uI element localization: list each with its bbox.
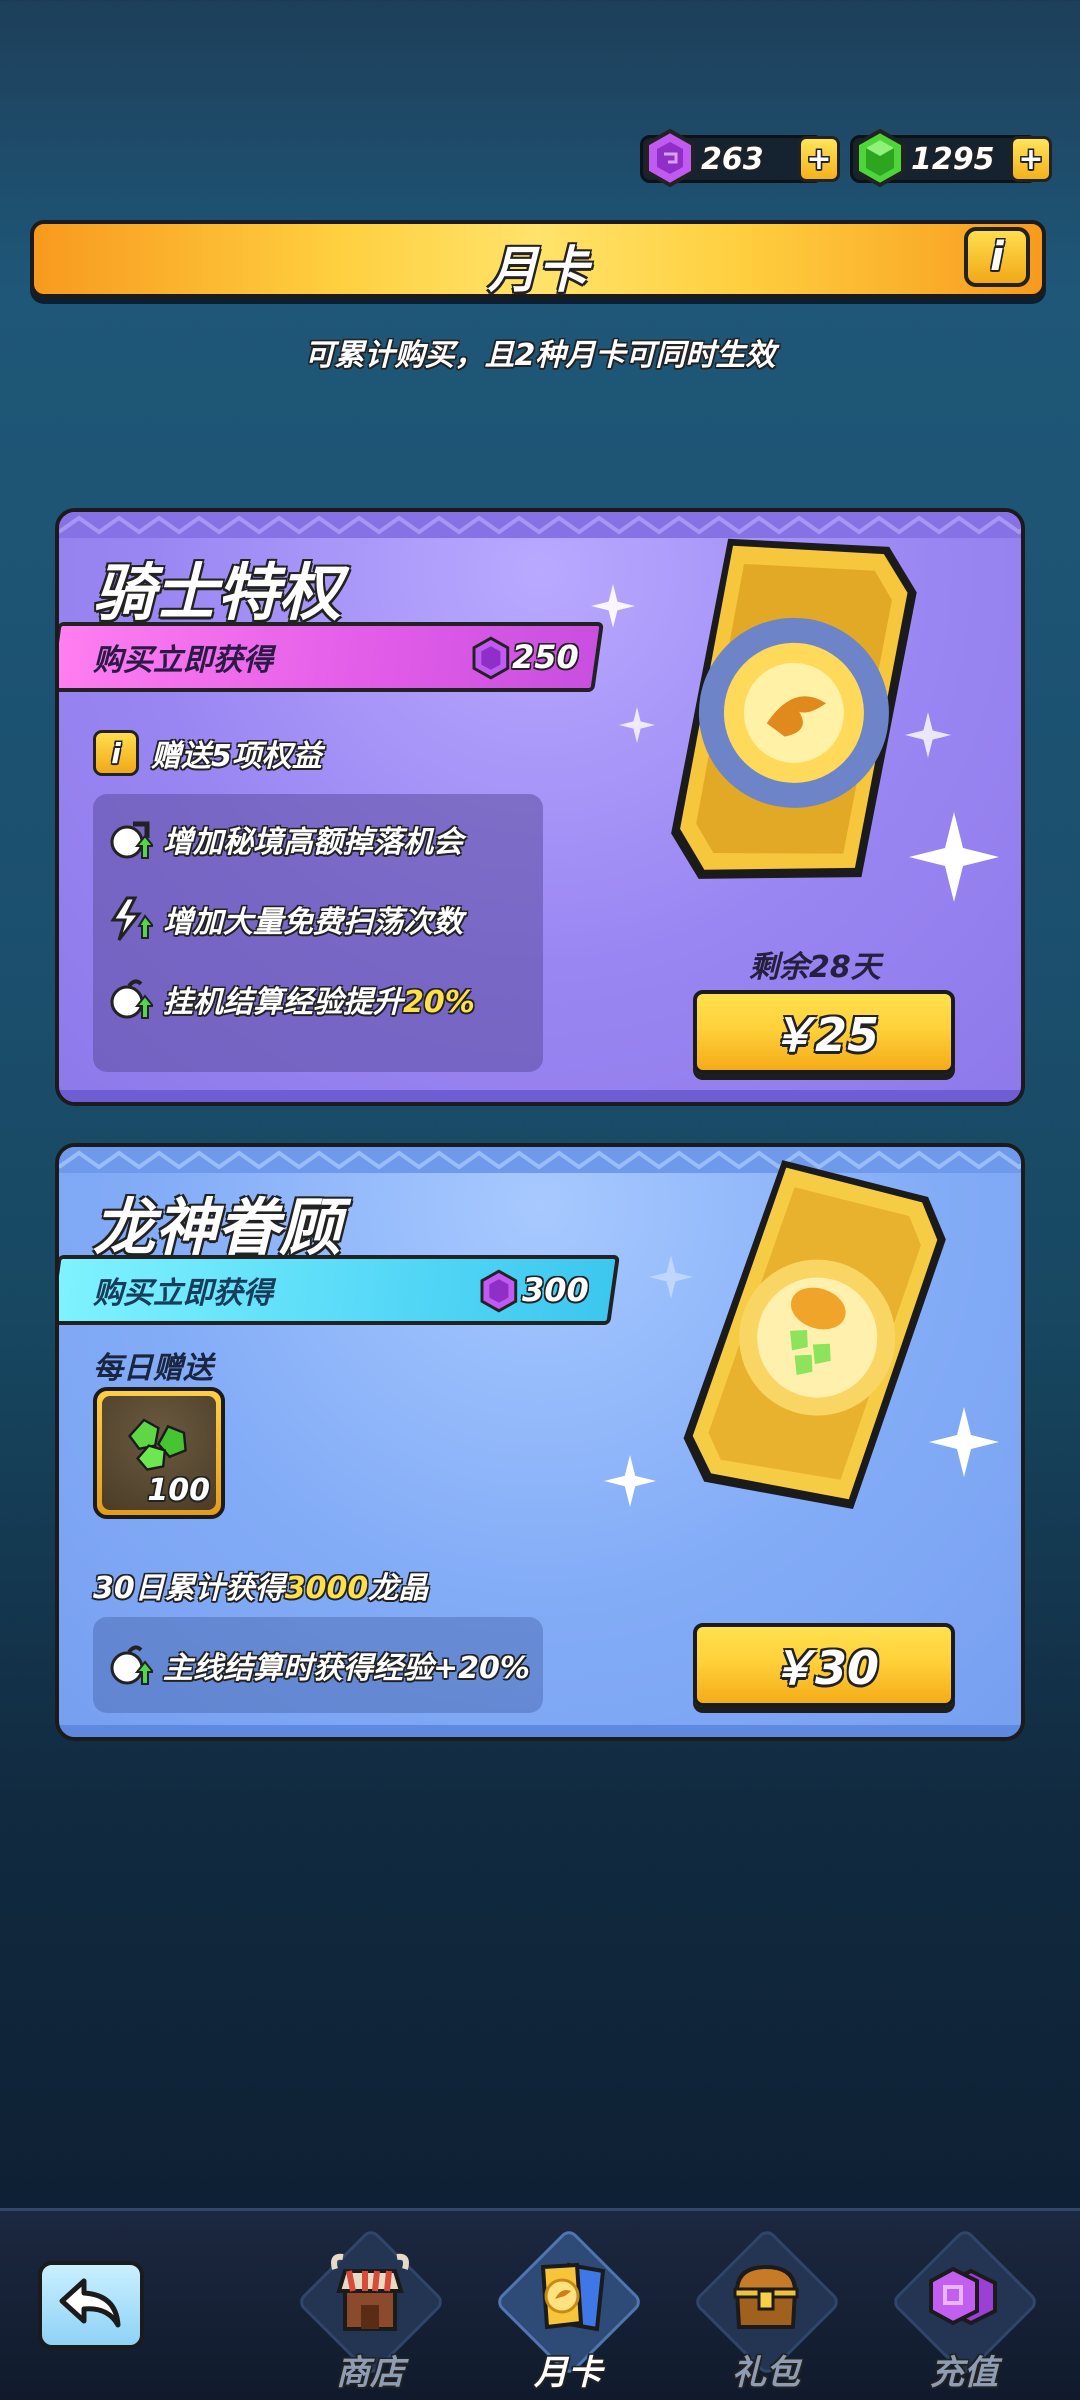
dragon-card-illustration <box>683 1160 946 1510</box>
experience-up-icon <box>110 1645 153 1685</box>
green-gem-icon <box>855 128 905 188</box>
experience-benefit: 主线结算时获得经验+20% <box>93 1617 543 1713</box>
page-title: 月卡 <box>488 241 588 299</box>
card-bottom-edge <box>59 1725 1021 1737</box>
benefit-text: 挂机结算经验提升20% <box>163 985 475 1020</box>
tab-shop-label: 商店 <box>336 2353 404 2393</box>
benefit-header-text: 赠送5项权益 <box>151 739 322 774</box>
sparkle-icon <box>909 812 999 902</box>
benefit-text: 增加大量免费扫荡次数 <box>163 905 463 940</box>
sparkle-icon <box>649 1255 693 1299</box>
knight-privilege-card: 骑士特权 购买立即获得 250 i 赠送5项权益 增加秘境高额掉落机会 增加大量… <box>55 508 1025 1106</box>
tab-shop[interactable]: 商店 <box>290 2227 450 2400</box>
back-button[interactable] <box>38 2261 144 2349</box>
buy-dragon-button[interactable]: ￥30 <box>693 1623 955 1707</box>
benefit-header: i 赠送5项权益 <box>93 730 322 776</box>
benefit-text: 增加秘境高额掉落机会 <box>163 825 463 860</box>
tab-month-card[interactable]: 月卡 <box>488 2227 648 2400</box>
purple-gem-counter: 263 + <box>640 128 840 188</box>
green-gem-counter: 1295 + <box>850 128 1052 188</box>
tab-gift-pack-label: 礼包 <box>732 2353 800 2393</box>
benefit-item: 增加秘境高额掉落机会 <box>107 816 463 862</box>
instant-reward-ribbon: 购买立即获得 250 <box>59 622 604 692</box>
sparkle-icon <box>619 707 655 743</box>
add-green-gem-button[interactable]: + <box>1010 136 1052 182</box>
sparkle-icon <box>604 1455 656 1507</box>
instant-reward-label: 购买立即获得 <box>93 1276 273 1311</box>
dragon-favor-card: 龙神眷顾 购买立即获得 300 每日赠送 100 30日累计获得3000龙晶 主… <box>55 1143 1025 1741</box>
experience-benefit-text: 主线结算时获得经验+20% <box>163 1651 530 1686</box>
bottom-nav: 商店 月卡 礼包 充值 <box>0 2208 1080 2400</box>
tab-recharge-label: 充值 <box>930 2353 998 2393</box>
benefit-info-button[interactable]: i <box>93 730 139 776</box>
experience-up-icon <box>110 979 153 1019</box>
daily-gift-label: 每日赠送 <box>93 1351 213 1386</box>
remaining-days: 剩余28天 <box>749 950 881 985</box>
add-purple-gem-button[interactable]: + <box>798 136 840 182</box>
tab-month-card-label: 月卡 <box>534 2353 602 2393</box>
knight-card-illustration <box>671 538 917 879</box>
card-title: 骑士特权 <box>93 556 342 629</box>
instant-reward-label: 购买立即获得 <box>93 643 273 678</box>
lightning-icon <box>110 896 153 941</box>
treasure-drop-icon <box>110 821 153 859</box>
info-button[interactable]: i <box>964 227 1030 287</box>
chest-icon <box>733 2264 799 2329</box>
purple-gem-icon <box>645 128 695 188</box>
tab-gift-pack[interactable]: 礼包 <box>686 2227 846 2400</box>
purple-gem-icon <box>480 1269 518 1313</box>
recharge-gem-icon <box>929 2266 997 2326</box>
card-bottom-edge <box>59 1090 1021 1102</box>
green-crystal-icon <box>128 1418 187 1471</box>
accumulated-amount: 3000 <box>284 1571 369 1606</box>
benefit-highlight: 20% <box>403 985 475 1020</box>
daily-item-slot[interactable]: 100 <box>93 1387 225 1519</box>
month-card-icon <box>540 2262 606 2332</box>
tab-recharge[interactable]: 充值 <box>884 2227 1044 2400</box>
item-slot-inner: 100 <box>102 1396 216 1510</box>
buy-knight-button[interactable]: ￥25 <box>693 990 955 1074</box>
card-title: 龙神眷顾 <box>93 1191 342 1264</box>
benefit-item: 增加大量免费扫荡次数 <box>107 896 463 942</box>
page-title-bar: 月卡 i <box>30 220 1046 299</box>
purple-gem-icon <box>472 636 510 680</box>
back-arrow-icon <box>59 2278 121 2328</box>
benefit-item: 挂机结算经验提升20% <box>107 976 475 1022</box>
shop-icon <box>331 2253 409 2331</box>
accumulated-reward: 30日累计获得3000龙晶 <box>93 1571 429 1606</box>
instant-reward-ribbon: 购买立即获得 300 <box>59 1255 620 1325</box>
item-quantity: 100 <box>147 1473 210 1508</box>
benefit-list: 增加秘境高额掉落机会 增加大量免费扫荡次数 挂机结算经验提升20% <box>93 794 543 1072</box>
sparkle-icon <box>905 712 951 758</box>
instant-reward-amount: 250 <box>512 638 579 676</box>
page-subtitle: 可累计购买，且2种月卡可同时生效 <box>304 338 776 373</box>
sparkle-icon <box>929 1407 999 1477</box>
instant-reward-amount: 300 <box>522 1271 589 1309</box>
sparkle-icon <box>591 584 635 628</box>
